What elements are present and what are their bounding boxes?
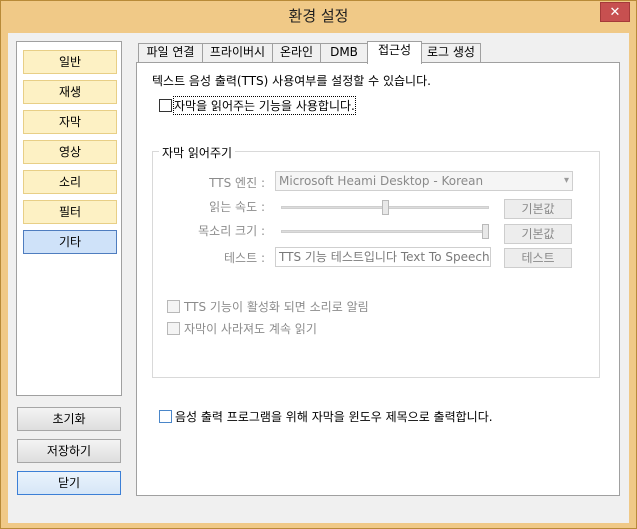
voice-volume-track [281, 230, 489, 233]
sidebar-item-other[interactable]: 기타 [23, 230, 117, 254]
tab-file-association[interactable]: 파일 연결 [138, 43, 203, 62]
reset-button-label: 초기화 [52, 412, 86, 426]
test-button-label: 테스트 [521, 251, 555, 265]
test-button[interactable]: 테스트 [504, 248, 572, 268]
default-button-label: 기본값 [521, 202, 555, 216]
save-button[interactable]: 저장하기 [17, 439, 121, 463]
tab-dmb[interactable]: DMB [320, 43, 368, 62]
title-bar: 환경 설정 [1, 1, 636, 33]
subtitle-reader-group: 자막 읽어주기 TTS 엔진 : Microsoft Heami Desktop… [152, 144, 600, 378]
keep-reading-label[interactable]: 자막이 사라져도 계속 읽기 [184, 320, 317, 337]
sidebar-item-label: 영상 [58, 145, 82, 159]
tab-label: 프라이버시 [209, 45, 266, 59]
voice-volume-label: 목소리 크기 : [198, 224, 265, 238]
tts-engine-label: TTS 엔진 : [209, 176, 265, 190]
enable-reader-label[interactable]: 자막을 읽어주는 기능을 사용합니다. [173, 96, 356, 115]
tab-label: 로그 생성 [427, 45, 475, 59]
sidebar-item-subtitles[interactable]: 자막 [23, 110, 117, 134]
sidebar-item-label: 재생 [58, 85, 82, 99]
tab-label: 접근성 [377, 43, 412, 57]
tab-label: DMB [330, 45, 358, 59]
sidebar-item-playback[interactable]: 재생 [23, 80, 117, 104]
tab-log[interactable]: 로그 생성 [421, 43, 481, 62]
tab-label: 온라인 [279, 45, 314, 59]
sidebar-item-sound[interactable]: 소리 [23, 170, 117, 194]
test-label: 테스트 : [224, 251, 265, 265]
voice-volume-default-button[interactable]: 기본값 [504, 224, 572, 244]
tts-engine-value: Microsoft Heami Desktop - Korean [279, 174, 484, 188]
notify-on-activate-label[interactable]: TTS 기능이 활성화 되면 소리로 알림 [184, 298, 369, 315]
enable-reader-checkbox[interactable] [159, 99, 172, 112]
read-speed-default-button[interactable]: 기본값 [504, 199, 572, 219]
sidebar-item-label: 소리 [58, 175, 82, 189]
close-button-label: 닫기 [57, 476, 81, 490]
test-text-input[interactable]: TTS 기능 테스트입니다 Text To Speech [275, 247, 491, 267]
sidebar-item-label: 일반 [58, 55, 82, 69]
tab-accessibility[interactable]: 접근성 [367, 41, 422, 64]
notify-on-activate-checkbox[interactable] [167, 300, 180, 313]
save-button-label: 저장하기 [46, 444, 92, 458]
close-icon: ✕ [609, 5, 621, 20]
output-to-title-checkbox[interactable] [159, 410, 172, 423]
sidebar-item-label: 자막 [58, 115, 82, 129]
tts-description: 텍스트 음성 출력(TTS) 사용여부를 설정할 수 있습니다. [152, 74, 431, 88]
sidebar-item-label: 기타 [58, 235, 82, 249]
settings-window: 환경 설정 ✕ 일반 재생 자막 영상 소리 필터 기타 초기화 저장하기 닫기… [0, 0, 637, 529]
sidebar-item-filter[interactable]: 필터 [23, 200, 117, 224]
sidebar-item-label: 필터 [58, 205, 82, 219]
voice-volume-slider[interactable] [482, 224, 489, 239]
reset-button[interactable]: 초기화 [17, 407, 121, 431]
tts-engine-select[interactable]: Microsoft Heami Desktop - Korean ▾ [275, 171, 573, 191]
tab-label: 파일 연결 [146, 45, 195, 59]
close-button[interactable]: 닫기 [17, 471, 121, 495]
default-button-label: 기본값 [521, 227, 555, 241]
read-speed-label: 읽는 속도 : [209, 200, 265, 214]
sidebar-item-video[interactable]: 영상 [23, 140, 117, 164]
group-title: 자막 읽어주기 [159, 144, 236, 161]
read-speed-slider[interactable] [381, 200, 389, 215]
client-area: 일반 재생 자막 영상 소리 필터 기타 초기화 저장하기 닫기 파일 연결 프… [8, 33, 629, 523]
chevron-down-icon: ▾ [563, 175, 569, 186]
accessibility-page: 텍스트 음성 출력(TTS) 사용여부를 설정할 수 있습니다. 자막을 읽어주… [136, 62, 620, 496]
tab-privacy[interactable]: 프라이버시 [202, 43, 273, 62]
close-window-button[interactable]: ✕ [600, 2, 630, 22]
window-title: 환경 설정 [288, 7, 349, 25]
tab-online[interactable]: 온라인 [272, 43, 321, 62]
sidebar-item-general[interactable]: 일반 [23, 50, 117, 74]
keep-reading-checkbox[interactable] [167, 322, 180, 335]
category-list: 일반 재생 자막 영상 소리 필터 기타 [16, 41, 122, 396]
output-to-title-label[interactable]: 음성 출력 프로그램을 위해 자막을 윈도우 제목으로 출력합니다. [175, 408, 493, 425]
